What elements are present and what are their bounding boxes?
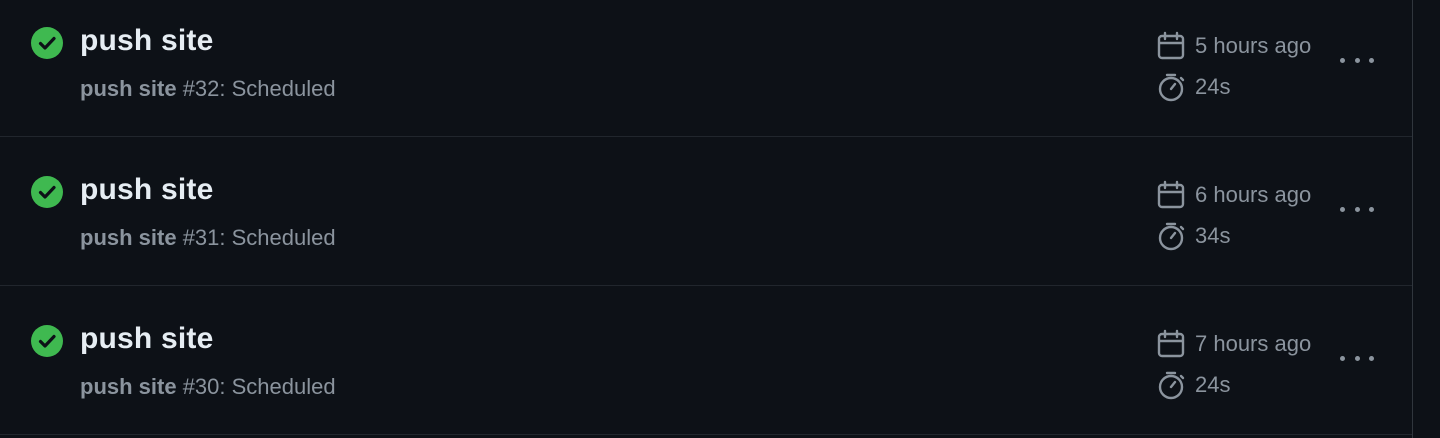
- run-duration-value: 24s: [1195, 74, 1231, 99]
- calendar-icon: [1157, 31, 1185, 60]
- run-subtitle: push site #31: Scheduled: [80, 225, 336, 251]
- workflow-run-row[interactable]: push site push site #30: Scheduled 7 hou…: [0, 286, 1412, 435]
- run-number-event: #30: Scheduled: [176, 374, 336, 399]
- stopwatch-icon: [1158, 371, 1185, 400]
- run-title-link[interactable]: push site: [80, 322, 214, 356]
- run-date: 6 hours ago: [1156, 180, 1311, 210]
- workflow-name: push site: [80, 374, 177, 399]
- check-circle-icon: [31, 27, 63, 59]
- workflow-run-row[interactable]: push site push site #31: Scheduled 6 hou…: [0, 137, 1412, 286]
- kebab-horizontal-icon[interactable]: [1336, 346, 1378, 370]
- check-circle-icon: [31, 176, 63, 208]
- calendar-icon: [1157, 180, 1185, 209]
- workflow-name: push site: [80, 76, 177, 101]
- run-number-event: #31: Scheduled: [176, 225, 336, 250]
- run-subtitle: push site #32: Scheduled: [80, 76, 336, 102]
- run-duration-value: 24s: [1195, 372, 1231, 397]
- kebab-horizontal-icon[interactable]: [1336, 48, 1378, 72]
- stopwatch-icon: [1158, 222, 1185, 251]
- run-title-link[interactable]: push site: [80, 24, 214, 58]
- run-duration-value: 34s: [1195, 223, 1231, 248]
- calendar-icon: [1157, 329, 1185, 358]
- run-duration: 34s: [1156, 221, 1230, 251]
- stopwatch-icon: [1158, 73, 1185, 102]
- kebab-horizontal-icon[interactable]: [1336, 197, 1378, 221]
- run-duration: 24s: [1156, 72, 1230, 102]
- run-started-time: 5 hours ago: [1195, 33, 1312, 58]
- run-subtitle: push site #30: Scheduled: [80, 374, 336, 400]
- run-duration: 24s: [1156, 370, 1230, 400]
- workflow-name: push site: [80, 225, 177, 250]
- run-started-time: 7 hours ago: [1195, 331, 1312, 356]
- run-date: 7 hours ago: [1156, 329, 1311, 359]
- workflow-run-row[interactable]: push site push site #32: Scheduled 5 hou…: [0, 0, 1412, 137]
- run-number-event: #32: Scheduled: [176, 76, 336, 101]
- run-date: 5 hours ago: [1156, 31, 1311, 61]
- run-title-link[interactable]: push site: [80, 173, 214, 207]
- run-started-time: 6 hours ago: [1195, 182, 1312, 207]
- workflow-runs-list: push site push site #32: Scheduled 5 hou…: [0, 0, 1413, 438]
- check-circle-icon: [31, 325, 63, 357]
